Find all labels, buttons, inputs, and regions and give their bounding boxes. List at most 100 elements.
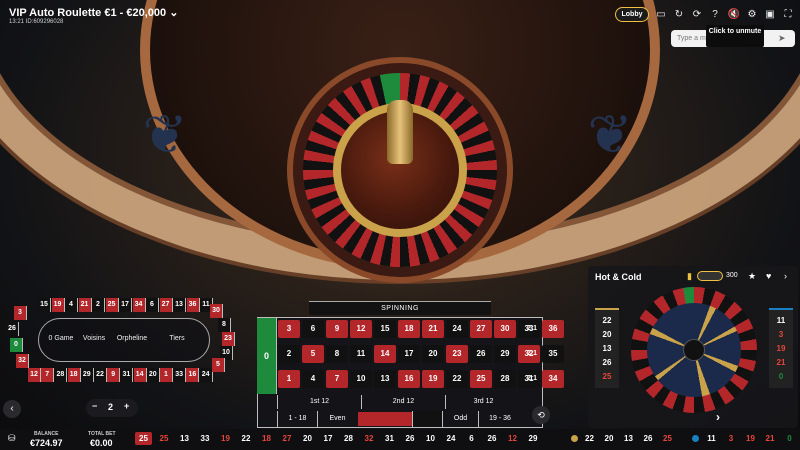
- bet-zero[interactable]: 0: [257, 318, 277, 394]
- racetrack-number-20[interactable]: 20: [146, 368, 160, 382]
- bet-number-13[interactable]: 13: [374, 370, 396, 388]
- racetrack-number-23[interactable]: 23: [222, 332, 235, 346]
- racetrack-number-25[interactable]: 25: [105, 298, 119, 312]
- bet-number-5[interactable]: 5: [302, 345, 324, 363]
- racetrack-number-13[interactable]: 13: [173, 298, 186, 312]
- increase-button[interactable]: +: [124, 401, 129, 411]
- bet-number-6[interactable]: 6: [302, 320, 324, 338]
- racetrack-number-0[interactable]: 0: [10, 338, 23, 352]
- decrease-button[interactable]: −: [92, 401, 97, 411]
- bet-red[interactable]: [358, 412, 412, 426]
- bet-dozen-3[interactable]: 3rd 12: [445, 395, 521, 409]
- chips-icon[interactable]: ⛁: [8, 433, 16, 444]
- table-title[interactable]: VIP Auto Roulette €1 - €20,000 ⌄: [9, 6, 178, 19]
- racetrack-number-7[interactable]: 7: [41, 368, 55, 382]
- section-tiers[interactable]: Tiers: [157, 335, 197, 342]
- camera-icon[interactable]: ▣: [763, 8, 777, 22]
- racetrack-number-16[interactable]: 16: [186, 368, 200, 382]
- bet-number-29[interactable]: 29: [494, 345, 516, 363]
- bet-number-7[interactable]: 7: [326, 370, 348, 388]
- bet-number-17[interactable]: 17: [398, 345, 420, 363]
- next-arrow-icon[interactable]: ›: [716, 410, 720, 424]
- racetrack-number-4[interactable]: 4: [65, 298, 78, 312]
- bet-low[interactable]: 1 - 18: [277, 411, 317, 427]
- racetrack-number-27[interactable]: 27: [159, 298, 173, 312]
- stats-icon[interactable]: ▮: [687, 271, 692, 282]
- racetrack-number-29[interactable]: 29: [80, 368, 94, 382]
- bet-number-11[interactable]: 11: [350, 345, 372, 363]
- bet-number-20[interactable]: 20: [422, 345, 444, 363]
- racetrack-number-32[interactable]: 32: [16, 354, 29, 368]
- bet-number-34[interactable]: 34: [542, 370, 564, 388]
- bet-number-2[interactable]: 2: [278, 345, 300, 363]
- bet-number-12[interactable]: 12: [350, 320, 372, 338]
- help-icon[interactable]: ?: [708, 8, 722, 22]
- sound-icon[interactable]: 🔇: [727, 8, 741, 22]
- bet-number-30[interactable]: 30: [494, 320, 516, 338]
- bet-number-21[interactable]: 21: [422, 320, 444, 338]
- racetrack-number-1[interactable]: 1: [160, 368, 173, 382]
- racetrack-number-30[interactable]: 30: [210, 304, 223, 318]
- racetrack-number-31[interactable]: 31: [120, 368, 134, 382]
- bet-number-28[interactable]: 28: [494, 370, 516, 388]
- unmute-tooltip[interactable]: Click to unmute: [706, 25, 764, 47]
- fullscreen-icon[interactable]: ⛶: [781, 8, 795, 22]
- racetrack-number-28[interactable]: 28: [54, 368, 68, 382]
- bet-number-15[interactable]: 15: [374, 320, 396, 338]
- bet-odd[interactable]: Odd: [442, 411, 478, 427]
- bet-number-16[interactable]: 16: [398, 370, 420, 388]
- racetrack-number-34[interactable]: 34: [132, 298, 146, 312]
- racetrack-number-26[interactable]: 26: [6, 322, 19, 336]
- racetrack-number-36[interactable]: 36: [186, 298, 200, 312]
- bet-number-1[interactable]: 1: [278, 370, 300, 388]
- racetrack-number-17[interactable]: 17: [119, 298, 132, 312]
- racetrack-number-12[interactable]: 12: [28, 368, 41, 382]
- racetrack-number-15[interactable]: 15: [38, 298, 51, 312]
- bet-number-24[interactable]: 24: [446, 320, 468, 338]
- bet-even[interactable]: Even: [317, 411, 357, 427]
- bet-number-14[interactable]: 14: [374, 345, 396, 363]
- star-icon[interactable]: ★: [748, 271, 756, 282]
- bet-number-4[interactable]: 4: [302, 370, 324, 388]
- back-arrow-icon[interactable]: ‹: [3, 400, 21, 418]
- chat-icon[interactable]: ▭: [654, 8, 668, 22]
- bet-high[interactable]: 19 - 36: [478, 411, 521, 427]
- history-icon[interactable]: ↻: [672, 8, 686, 22]
- racetrack-number-8[interactable]: 8: [218, 318, 231, 332]
- bet-number-35[interactable]: 35: [542, 345, 564, 363]
- section-voisins[interactable]: Voisins: [79, 335, 109, 342]
- racetrack-number-5[interactable]: 5: [212, 358, 225, 372]
- refresh-icon[interactable]: ⟳: [690, 8, 704, 22]
- bet-black[interactable]: [412, 411, 442, 427]
- bet-number-26[interactable]: 26: [470, 345, 492, 363]
- racetrack-number-21[interactable]: 21: [78, 298, 92, 312]
- racetrack-number-9[interactable]: 9: [107, 368, 121, 382]
- bet-number-10[interactable]: 10: [350, 370, 372, 388]
- racetrack-number-33[interactable]: 33: [173, 368, 187, 382]
- bet-number-9[interactable]: 9: [326, 320, 348, 338]
- bet-dozen-1[interactable]: 1st 12: [277, 395, 361, 409]
- bet-column-3[interactable]: 2:1: [521, 370, 543, 388]
- send-icon[interactable]: ➤: [778, 33, 786, 44]
- chevron-right-icon[interactable]: ›: [784, 271, 787, 281]
- racetrack-number-19[interactable]: 19: [51, 298, 65, 312]
- chevron-down-icon[interactable]: ⌄: [169, 7, 178, 19]
- range-slider[interactable]: [697, 271, 723, 281]
- bet-number-27[interactable]: 27: [470, 320, 492, 338]
- bet-number-19[interactable]: 19: [422, 370, 444, 388]
- bet-number-23[interactable]: 23: [446, 345, 468, 363]
- racetrack-bet-area[interactable]: 0 Game Voisins Orpheline Tiers 15 19 4 21 2 2…: [4, 294, 235, 388]
- bet-number-3[interactable]: 3: [278, 320, 300, 338]
- bet-column-2[interactable]: 2:1: [521, 345, 543, 363]
- racetrack-number-22[interactable]: 22: [94, 368, 107, 382]
- settings-icon[interactable]: ⚙: [745, 8, 759, 22]
- bet-dozen-2[interactable]: 2nd 12: [361, 395, 445, 409]
- heart-icon[interactable]: ♥: [766, 271, 771, 281]
- bet-number-22[interactable]: 22: [446, 370, 468, 388]
- bet-number-36[interactable]: 36: [542, 320, 564, 338]
- bet-number-8[interactable]: 8: [326, 345, 348, 363]
- section-zero-game[interactable]: 0 Game: [41, 335, 81, 342]
- bet-column-1[interactable]: 2:1: [521, 320, 543, 338]
- lobby-button[interactable]: Lobby: [615, 7, 649, 22]
- bet-number-18[interactable]: 18: [398, 320, 420, 338]
